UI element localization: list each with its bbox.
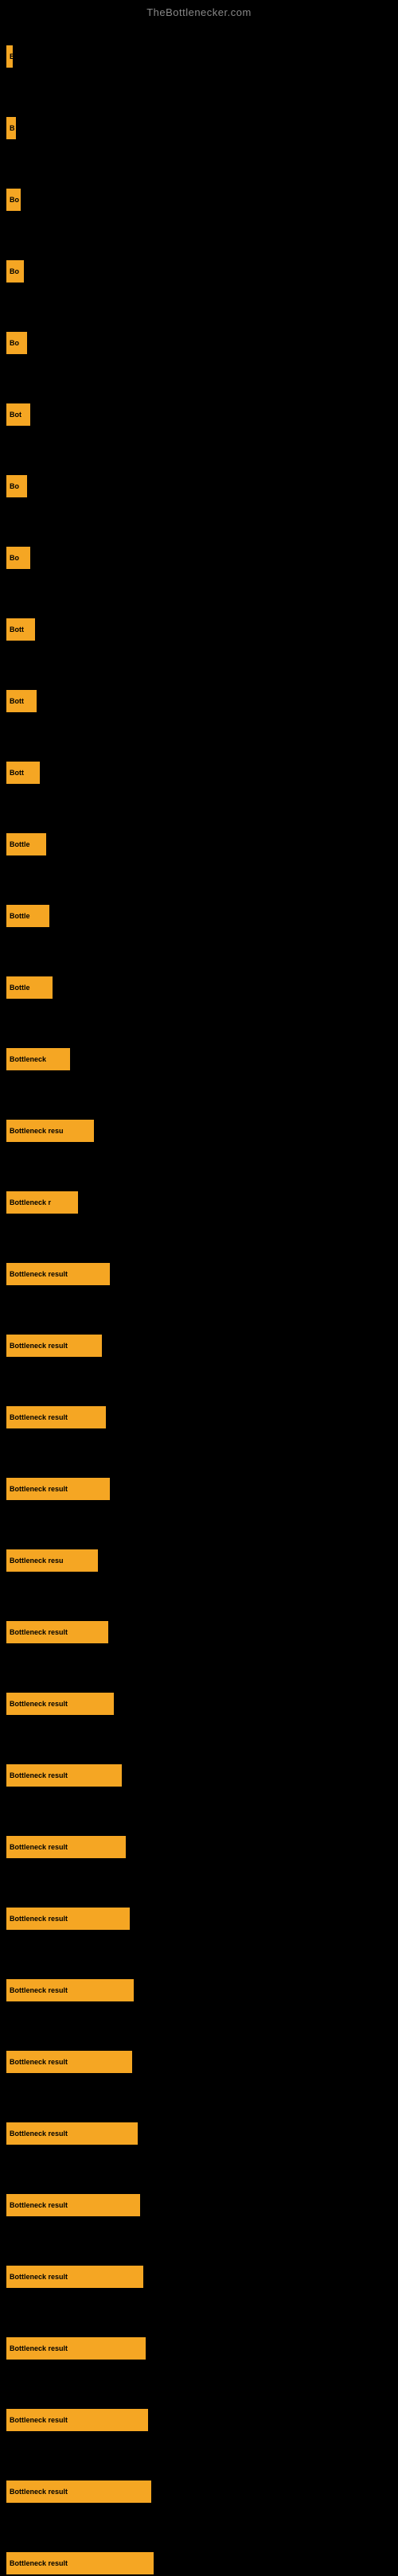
result-bar: Bo <box>6 189 21 211</box>
result-bar: Bottleneck result <box>6 1406 106 1428</box>
result-bar: Bottleneck result <box>6 1764 122 1787</box>
bar-row: Bottleneck result <box>6 2552 398 2574</box>
bar-row: Bottleneck result <box>6 1979 398 2001</box>
result-bar: Bott <box>6 762 40 784</box>
result-bar: Bottleneck result <box>6 2122 138 2145</box>
result-bar: Bo <box>6 332 27 354</box>
result-bar: Bottleneck result <box>6 1836 126 1858</box>
result-bar: Bott <box>6 690 37 712</box>
result-bar: Bottleneck resu <box>6 1549 98 1572</box>
bar-row: Bo <box>6 189 398 211</box>
bar-row: Bottle <box>6 976 398 999</box>
bar-row: Bottleneck result <box>6 1335 398 1357</box>
bar-row: Bottleneck result <box>6 1693 398 1715</box>
bar-row: Bottleneck <box>6 1048 398 1070</box>
result-bar: Bottleneck result <box>6 1335 102 1357</box>
result-bar: Bottleneck result <box>6 1621 108 1643</box>
result-bar: Bottle <box>6 905 49 927</box>
bar-row: Bottleneck result <box>6 1836 398 1858</box>
bar-row: Bott <box>6 762 398 784</box>
result-bar: Bo <box>6 260 24 283</box>
result-bar: Bottleneck result <box>6 2552 154 2574</box>
bar-row: Bott <box>6 618 398 641</box>
bar-row: Bot <box>6 403 398 426</box>
result-bar: Bottleneck result <box>6 1263 110 1285</box>
bars-container: B B Bo Bo Bo Bot Bo Bo Bott Bott Bott Bottle Bottle B… <box>0 21 398 2576</box>
result-bar: Bottleneck result <box>6 1979 134 2001</box>
bar-row: Bottleneck result <box>6 1908 398 1930</box>
bar-row: Bo <box>6 547 398 569</box>
bar-row: Bottleneck r <box>6 1191 398 1214</box>
site-title: TheBottlenecker.com <box>0 0 398 21</box>
bar-row: Bo <box>6 332 398 354</box>
bar-row: Bottleneck result <box>6 1263 398 1285</box>
bar-row: Bottle <box>6 833 398 855</box>
bar-row: Bottleneck result <box>6 1764 398 1787</box>
bar-row: Bottleneck result <box>6 2194 398 2216</box>
bar-row: Bottleneck result <box>6 2409 398 2431</box>
result-bar: Bottleneck result <box>6 2409 148 2431</box>
result-bar: B <box>6 117 16 139</box>
result-bar: Bottleneck <box>6 1048 70 1070</box>
bar-row: Bottleneck resu <box>6 1549 398 1572</box>
bar-row: B <box>6 45 398 68</box>
result-bar: Bottleneck result <box>6 1478 110 1500</box>
result-bar: Bottleneck result <box>6 2051 132 2073</box>
bar-row: Bott <box>6 690 398 712</box>
result-bar: Bo <box>6 475 27 497</box>
result-bar: Bottleneck result <box>6 2481 151 2503</box>
bar-row: Bottleneck result <box>6 1406 398 1428</box>
result-bar: Bottleneck result <box>6 2266 143 2288</box>
bar-row: Bottle <box>6 905 398 927</box>
result-bar: Bo <box>6 547 30 569</box>
bar-row: Bottleneck resu <box>6 1120 398 1142</box>
result-bar: Bottleneck resu <box>6 1120 94 1142</box>
result-bar: Bottleneck result <box>6 2194 140 2216</box>
bar-row: Bottleneck result <box>6 2122 398 2145</box>
result-bar: Bottleneck result <box>6 1908 130 1930</box>
result-bar: Bottleneck result <box>6 2337 146 2360</box>
result-bar: Bottle <box>6 833 46 855</box>
bar-row: Bottleneck result <box>6 2337 398 2360</box>
bar-row: Bo <box>6 260 398 283</box>
result-bar: Bot <box>6 403 30 426</box>
result-bar: Bottleneck result <box>6 1693 114 1715</box>
result-bar: Bottleneck r <box>6 1191 78 1214</box>
result-bar: Bottle <box>6 976 53 999</box>
result-bar: Bott <box>6 618 35 641</box>
bar-row: Bottleneck result <box>6 1478 398 1500</box>
bar-row: Bo <box>6 475 398 497</box>
result-bar: B <box>6 45 13 68</box>
bar-row: Bottleneck result <box>6 2481 398 2503</box>
bar-row: Bottleneck result <box>6 2051 398 2073</box>
bar-row: Bottleneck result <box>6 2266 398 2288</box>
bar-row: B <box>6 117 398 139</box>
bar-row: Bottleneck result <box>6 1621 398 1643</box>
